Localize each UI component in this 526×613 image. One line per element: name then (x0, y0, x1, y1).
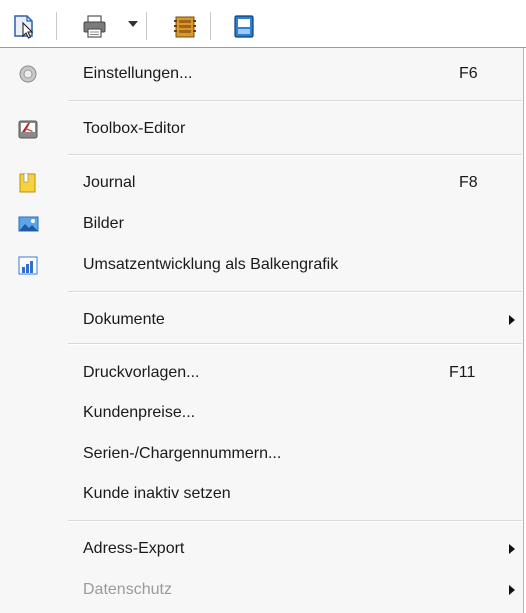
printer-icon[interactable] (82, 14, 108, 40)
submenu-arrow-icon (509, 315, 515, 325)
menu-item-label: Druckvorlagen... (83, 364, 200, 381)
menu-item-label: Einstellungen... (83, 65, 193, 82)
menu-item-kundenpreise[interactable]: Kundenpreise... (0, 395, 523, 431)
settings-disc-icon (17, 64, 39, 84)
menu-separator-highlight (68, 292, 522, 293)
context-menu: Einstellungen... F6 Toolbox-Editor Journ… (0, 48, 524, 613)
ledger-icon[interactable] (172, 14, 198, 40)
menu-item-label: Umsatzentwicklung als Balkengrafik (83, 256, 339, 273)
menu-item-journal[interactable]: Journal F8 (0, 165, 523, 201)
toolbox-icon (17, 119, 39, 139)
submenu-arrow-icon (509, 544, 515, 554)
menu-item-label: Journal (83, 174, 136, 191)
bar-chart-icon (17, 255, 39, 275)
menu-item-label: Kundenpreise... (83, 404, 196, 421)
shortcut-label: F6 (459, 65, 478, 82)
pictures-icon (17, 214, 39, 234)
menu-item-adress-export[interactable]: Adress-Export (0, 531, 523, 567)
document-cursor-icon[interactable] (12, 14, 38, 40)
menu-separator-highlight (68, 155, 522, 156)
shortcut-label: F8 (459, 174, 478, 191)
menu-item-datenschutz: Datenschutz (0, 572, 523, 608)
menu-item-label: Kunde inaktiv setzen (83, 485, 231, 502)
menu-separator-highlight (68, 344, 522, 345)
menu-item-toolbox-editor[interactable]: Toolbox-Editor (0, 111, 523, 147)
menu-item-druckvorlagen[interactable]: Druckvorlagen... F11 (0, 355, 523, 391)
menu-item-seriennummern[interactable]: Serien-/Chargennummern... (0, 436, 523, 472)
shortcut-label: F11 (449, 364, 476, 381)
menu-item-label: Toolbox-Editor (83, 120, 186, 137)
menu-separator-highlight (68, 101, 522, 102)
menu-item-dokumente[interactable]: Dokumente (0, 302, 523, 338)
menu-item-bilder[interactable]: Bilder (0, 206, 523, 242)
toolbar (0, 0, 526, 48)
menu-item-label: Dokumente (83, 311, 165, 328)
menu-item-label: Adress-Export (83, 540, 185, 557)
toolbar-separator (146, 12, 147, 40)
menu-item-label: Datenschutz (83, 581, 172, 598)
menu-item-label: Serien-/Chargennummern... (83, 445, 282, 462)
journal-note-icon (17, 172, 39, 193)
toolbar-separator (210, 12, 211, 40)
submenu-arrow-icon (509, 585, 515, 595)
menu-item-kunde-inaktiv[interactable]: Kunde inaktiv setzen (0, 476, 523, 512)
menu-item-einstellungen[interactable]: Einstellungen... F6 (0, 56, 523, 92)
menu-separator-highlight (68, 521, 522, 522)
window-icon[interactable] (232, 14, 258, 40)
menu-item-umsatzentwicklung[interactable]: Umsatzentwicklung als Balkengrafik (0, 247, 523, 283)
menu-item-label: Bilder (83, 215, 124, 232)
toolbar-separator (56, 12, 57, 40)
dropdown-arrow-icon[interactable] (128, 21, 138, 27)
